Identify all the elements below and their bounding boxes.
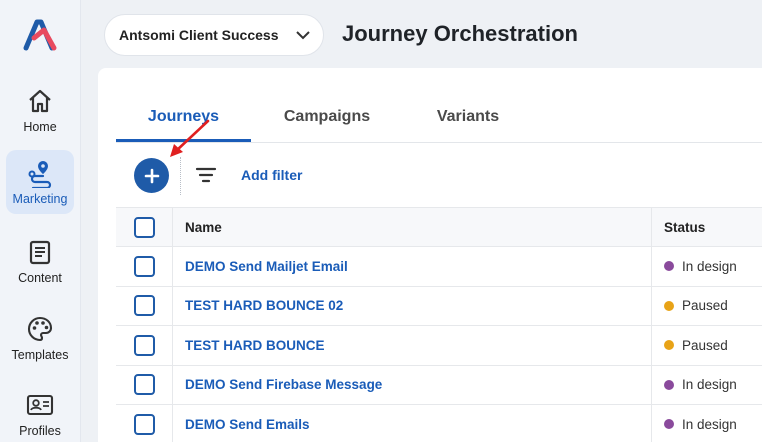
portal-selector-value: Antsomi Client Success: [119, 27, 279, 43]
table-row: DEMO Send Mailjet Email In design: [116, 247, 762, 287]
journey-name-link[interactable]: TEST HARD BOUNCE: [185, 338, 325, 353]
journey-name-link[interactable]: DEMO Send Emails: [185, 417, 310, 432]
column-header-name[interactable]: Name: [173, 208, 652, 246]
journey-name-link[interactable]: DEMO Send Firebase Message: [185, 377, 382, 392]
status-label: Paused: [682, 337, 728, 353]
journey-name-link[interactable]: TEST HARD BOUNCE 02: [185, 298, 343, 313]
status-badge: Paused: [664, 338, 728, 353]
plus-icon: [144, 168, 159, 183]
nav-item-label: Templates: [11, 348, 69, 362]
nav-item-home[interactable]: Home: [6, 78, 74, 142]
status-dot: [664, 379, 674, 390]
row-checkbox[interactable]: [133, 413, 155, 435]
portal-selector[interactable]: Antsomi Client Success: [104, 14, 324, 56]
add-filter-button[interactable]: Add filter: [241, 167, 302, 183]
nav-item-marketing[interactable]: Marketing: [6, 150, 74, 214]
table-row: TEST HARD BOUNCE 02 Paused: [116, 286, 762, 326]
status-badge: In design: [664, 417, 737, 432]
nav-item-content[interactable]: Content: [6, 229, 74, 293]
table-row: TEST HARD BOUNCE Paused: [116, 326, 762, 366]
nav-item-profiles[interactable]: Profiles: [6, 382, 74, 442]
select-all-checkbox[interactable]: [133, 216, 155, 238]
table-row: DEMO Send Firebase Message In design: [116, 365, 762, 405]
status-badge: In design: [664, 259, 737, 274]
nav-item-label: Content: [18, 271, 62, 285]
status-badge: Paused: [664, 298, 728, 313]
table-header-row: Name Status: [116, 207, 762, 247]
filter-icon[interactable]: [195, 165, 217, 185]
row-checkbox[interactable]: [133, 295, 155, 317]
toolbar-divider: [180, 157, 181, 195]
table-row: DEMO Send Emails In design: [116, 405, 762, 442]
chevron-down-icon: [283, 30, 323, 40]
row-checkbox[interactable]: [133, 374, 155, 396]
nav-item-label: Marketing: [12, 192, 68, 206]
tab-campaigns[interactable]: Campaigns: [251, 92, 403, 142]
home-icon: [25, 86, 55, 116]
status-label: In design: [682, 416, 737, 432]
nav-item-templates[interactable]: Templates: [6, 306, 74, 370]
journeys-card: Journeys Campaigns Variants Add filter N…: [98, 68, 762, 442]
status-dot: [664, 261, 674, 272]
tab-variants[interactable]: Variants: [403, 92, 533, 142]
journeys-table: Name Status DEMO Send Mailjet Email In d…: [116, 207, 762, 442]
create-journey-button[interactable]: [134, 158, 169, 193]
column-header-status[interactable]: Status: [652, 208, 762, 246]
status-label: Paused: [682, 298, 728, 314]
table-toolbar: Add filter: [98, 143, 762, 207]
status-badge: In design: [664, 377, 737, 392]
page-title: Journey Orchestration: [342, 21, 578, 46]
tab-journeys[interactable]: Journeys: [116, 92, 251, 142]
row-checkbox[interactable]: [133, 334, 155, 356]
antsomi-logo[interactable]: [22, 16, 58, 52]
journey-name-link[interactable]: DEMO Send Mailjet Email: [185, 259, 348, 274]
status-label: In design: [682, 377, 737, 393]
tab-bar: Journeys Campaigns Variants: [116, 92, 533, 142]
status-dot: [664, 419, 674, 430]
status-dot: [664, 340, 674, 351]
content-document-icon: [25, 237, 55, 267]
nav-item-label: Profiles: [19, 424, 61, 438]
profile-card-icon: [25, 390, 55, 420]
page-header: Antsomi Client Success Journey Orchestra…: [81, 0, 762, 68]
row-checkbox[interactable]: [133, 255, 155, 277]
marketing-route-icon: [25, 158, 55, 188]
status-dot: [664, 300, 674, 311]
palette-icon: [25, 314, 55, 344]
nav-item-label: Home: [23, 120, 57, 134]
status-label: In design: [682, 258, 737, 274]
left-nav-rail: Home Marketing Content Templates Profile…: [0, 0, 81, 442]
